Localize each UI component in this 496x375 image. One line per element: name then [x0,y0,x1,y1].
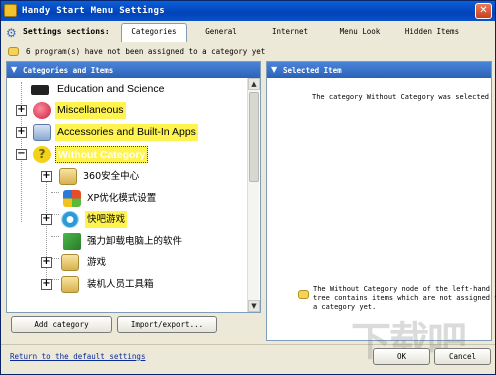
collapse-arrow-icon[interactable]: ▼ [271,65,277,74]
tree-scrollbar[interactable]: ▲ ▼ [247,78,260,312]
tab-internet[interactable]: Internet [259,24,321,41]
tree-node-accessories[interactable]: + Accessories and Built-In Apps [7,123,247,143]
tree-label: Education and Science [57,83,165,95]
hint-text: The Without Category node of the left-ha… [313,285,496,311]
category-tree: Education and Science + Miscellaneous + … [7,78,248,312]
expand-icon[interactable]: + [16,105,27,116]
tab-menu-look[interactable]: Menu Look [327,24,393,41]
expand-icon[interactable]: + [16,127,27,138]
tree-label: Accessories and Built-In Apps [55,124,198,141]
categories-panel: ▼ Categories and Items Education and Sci… [6,61,261,313]
tree-node-uninstaller[interactable]: 强力卸载电脑上的软件 [7,232,247,252]
tab-general[interactable]: General [191,24,251,41]
calculator-icon [33,124,51,141]
tree-node-miscellaneous[interactable]: + Miscellaneous [7,101,247,121]
selected-item-header: ▼ Selected Item [267,62,491,78]
game-icon [61,211,79,228]
tree-label: XP优化模式设置 [87,193,157,204]
collapse-icon[interactable]: − [16,149,27,160]
selected-item-panel: ▼ Selected Item The category Without Cat… [266,61,496,341]
settings-window: Handy Start Menu Settings ✕ ⚙ Settings s… [0,0,496,375]
expand-icon[interactable]: + [41,257,52,268]
scroll-up-arrow-icon[interactable]: ▲ [248,78,260,90]
uninstall-icon [63,233,81,250]
graduation-cap-icon [31,85,49,95]
heart-icon [33,102,51,119]
tree-node-games[interactable]: + 游戏 [7,253,247,273]
expand-icon[interactable]: + [41,214,52,225]
folder-icon [59,168,77,185]
collapse-arrow-icon[interactable]: ▼ [11,65,17,74]
app-icon [4,4,17,17]
tree-label: 快吧游戏 [85,211,128,228]
tree-node-xp-optimize[interactable]: XP优化模式设置 [7,189,247,209]
expand-icon[interactable]: + [41,171,52,182]
close-button[interactable]: ✕ [475,3,492,19]
selected-item-title: Selected Item [283,66,342,75]
info-icon [8,47,19,56]
selected-item-text: The category Without Category was select… [312,93,490,101]
sections-bar: ⚙ Settings sections: Categories General … [1,21,495,43]
tree-label: 强力卸载电脑上的软件 [87,236,183,247]
tree-node-education[interactable]: Education and Science [7,80,247,100]
tab-categories[interactable]: Categories [121,23,187,42]
add-category-button[interactable]: Add category [11,316,112,333]
tab-hidden-items[interactable]: Hidden Items [397,24,467,41]
tree-label: 360安全中心 [83,171,140,182]
question-mark-icon: ? [33,146,51,163]
cancel-button[interactable]: Cancel [434,348,491,365]
categories-panel-header: ▼ Categories and Items [7,62,260,78]
tree-label: Miscellaneous [55,102,126,119]
window-title: Handy Start Menu Settings [22,6,165,16]
tree-label: 游戏 [87,257,107,268]
categories-panel-title: Categories and Items [23,66,114,75]
scroll-thumb[interactable] [249,92,259,182]
scroll-down-arrow-icon[interactable]: ▼ [248,300,260,312]
notice-text: 6 program(s) have not been assigned to a… [26,47,266,56]
folder-icon [61,276,79,293]
folder-icon [61,254,79,271]
windows-logo-icon [63,190,81,207]
unassigned-notice: 6 program(s) have not been assigned to a… [6,45,490,59]
tree-label: 装机人员工具箱 [87,279,154,290]
info-icon [298,290,309,299]
expand-icon[interactable]: + [41,279,52,290]
title-bar[interactable]: Handy Start Menu Settings ✕ [1,1,495,21]
tree-node-without-category[interactable]: − ? Without Category [7,145,247,165]
tree-node-360[interactable]: + 360安全中心 [7,167,247,187]
import-export-button[interactable]: Import/export... [117,316,217,333]
default-settings-link[interactable]: Return to the default settings [10,352,145,361]
tree-node-installer-toolbox[interactable]: + 装机人员工具箱 [7,275,247,295]
tree-label-selected: Without Category [55,146,149,163]
ok-button[interactable]: OK [373,348,430,365]
sections-label: Settings sections: [23,27,110,36]
tree-node-kuaiba-game[interactable]: + 快吧游戏 [7,210,247,230]
gear-icon: ⚙ [6,26,17,40]
